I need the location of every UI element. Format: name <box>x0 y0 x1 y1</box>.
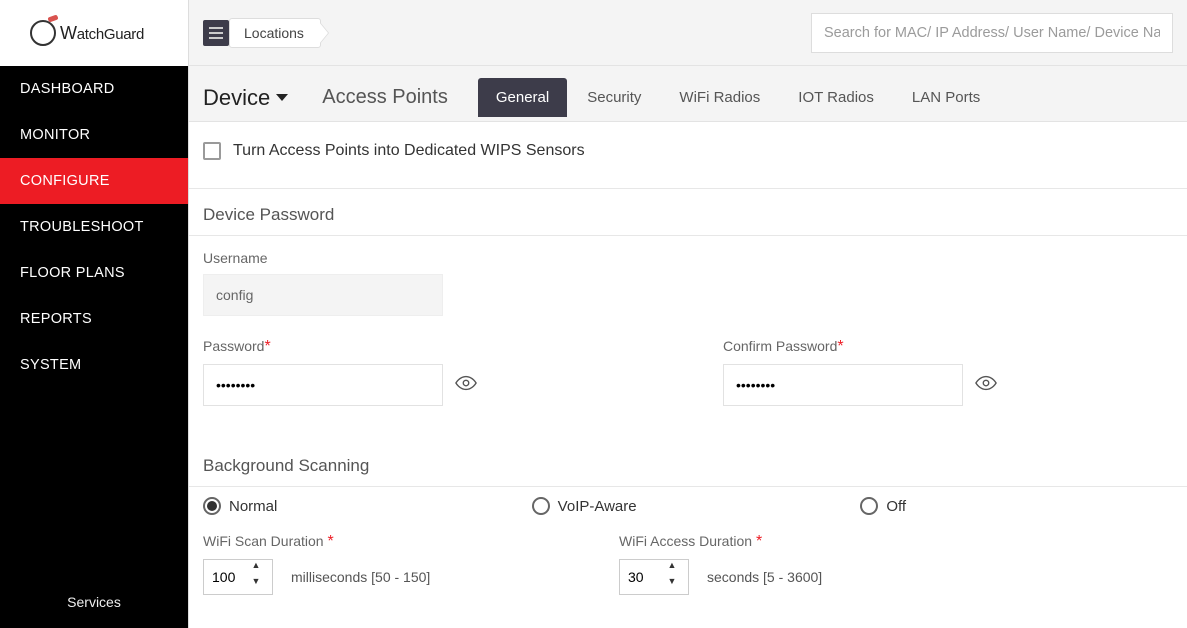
section-background-scanning: Background Scanning <box>189 440 1187 487</box>
tab-security[interactable]: Security <box>569 78 659 117</box>
page-subheading: Access Points <box>322 86 448 109</box>
password-field[interactable] <box>203 364 443 406</box>
stepper-up-icon[interactable]: ▲ <box>662 561 682 577</box>
radio-icon <box>860 497 878 515</box>
confirm-password-field[interactable] <box>723 364 963 406</box>
radio-icon <box>532 497 550 515</box>
device-password-block: Username Password* Confirm <box>189 236 1187 410</box>
tabbar: Device Access Points General Security Wi… <box>189 66 1187 122</box>
topbar: Locations <box>189 0 1187 66</box>
radio-voip[interactable]: VoIP-Aware <box>532 497 845 515</box>
username-label: Username <box>203 250 1173 266</box>
hamburger-icon[interactable] <box>203 20 229 46</box>
wips-row: Turn Access Points into Dedicated WIPS S… <box>189 122 1187 189</box>
wips-label: Turn Access Points into Dedicated WIPS S… <box>233 142 585 160</box>
breadcrumb[interactable]: Locations <box>229 18 321 48</box>
confirm-password-label: Confirm Password* <box>723 338 1023 356</box>
password-label: Password* <box>203 338 503 356</box>
eye-icon[interactable] <box>975 372 997 399</box>
device-dropdown[interactable]: Device <box>203 85 288 111</box>
sidebar-nav: DASHBOARD MONITOR CONFIGURE TROUBLESHOOT… <box>0 66 188 388</box>
sidebar-item-floor-plans[interactable]: FLOOR PLANS <box>0 250 188 296</box>
username-field <box>203 274 443 316</box>
section-device-password: Device Password <box>189 189 1187 236</box>
stepper-down-icon[interactable]: ▼ <box>662 577 682 593</box>
main: Locations Device Access Points General S… <box>188 0 1187 628</box>
stepper-down-icon[interactable]: ▼ <box>246 577 266 593</box>
wifi-access-label: WiFi Access Duration * <box>619 533 975 551</box>
wifi-access-suffix: seconds [5 - 3600] <box>707 569 822 585</box>
brand-logo-icon <box>30 20 56 46</box>
tabs: General Security WiFi Radios IOT Radios … <box>478 78 998 117</box>
breadcrumb-label: Locations <box>230 25 320 41</box>
caret-down-icon <box>276 94 288 101</box>
duration-row: WiFi Scan Duration * ▲ ▼ milliseconds [5… <box>189 533 1187 615</box>
radio-icon <box>203 497 221 515</box>
sidebar: WWatchGuardatchGuard DASHBOARD MONITOR C… <box>0 0 188 628</box>
sidebar-footer-services[interactable]: Services <box>0 594 188 628</box>
search-input[interactable] <box>811 13 1173 53</box>
wifi-access-stepper[interactable]: ▲ ▼ <box>619 559 689 595</box>
sidebar-item-troubleshoot[interactable]: TROUBLESHOOT <box>0 204 188 250</box>
tab-wifi-radios[interactable]: WiFi Radios <box>661 78 778 117</box>
device-dropdown-label: Device <box>203 85 270 111</box>
wifi-scan-suffix: milliseconds [50 - 150] <box>291 569 430 585</box>
bg-scan-options: Normal VoIP-Aware Off <box>189 487 1187 533</box>
tab-lan-ports[interactable]: LAN Ports <box>894 78 998 117</box>
sidebar-item-configure[interactable]: CONFIGURE <box>0 158 188 204</box>
radio-normal-label: Normal <box>229 498 277 515</box>
radio-voip-label: VoIP-Aware <box>558 498 637 515</box>
radio-off[interactable]: Off <box>860 497 1173 515</box>
brand-name: WWatchGuardatchGuard <box>60 23 144 44</box>
tab-general[interactable]: General <box>478 78 567 117</box>
eye-icon[interactable] <box>455 372 477 399</box>
brand-area: WWatchGuardatchGuard <box>0 0 188 66</box>
radio-normal[interactable]: Normal <box>203 497 516 515</box>
content: Turn Access Points into Dedicated WIPS S… <box>189 122 1187 628</box>
wifi-scan-stepper[interactable]: ▲ ▼ <box>203 559 273 595</box>
wifi-scan-label: WiFi Scan Duration * <box>203 533 559 551</box>
wifi-scan-input[interactable] <box>204 560 246 594</box>
radio-off-label: Off <box>886 498 906 515</box>
wifi-access-input[interactable] <box>620 560 662 594</box>
sidebar-item-monitor[interactable]: MONITOR <box>0 112 188 158</box>
tab-iot-radios[interactable]: IOT Radios <box>780 78 892 117</box>
sidebar-item-dashboard[interactable]: DASHBOARD <box>0 66 188 112</box>
sidebar-item-system[interactable]: SYSTEM <box>0 342 188 388</box>
chevron-right-icon <box>319 22 328 44</box>
sidebar-item-reports[interactable]: REPORTS <box>0 296 188 342</box>
stepper-up-icon[interactable]: ▲ <box>246 561 266 577</box>
wips-checkbox[interactable] <box>203 142 221 160</box>
